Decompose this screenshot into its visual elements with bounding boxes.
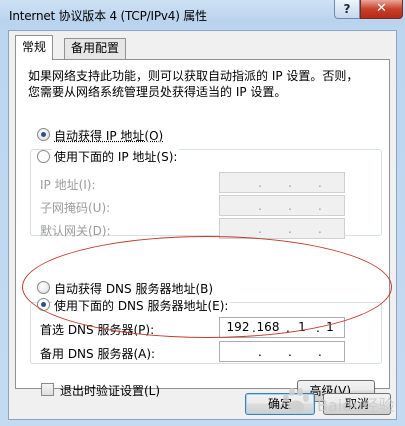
auto-dns-label[interactable]: 自动获得 DNS 服务器地址(B) [54,280,213,297]
preferred-dns-octet-3: 1 [298,320,306,334]
auto-dns-radio[interactable] [37,281,50,294]
auto-ip-radio[interactable] [37,128,50,141]
watermark-text: Baidu经验 [317,396,395,415]
manual-ip-label[interactable]: 使用下面的 IP 地址(S): [52,148,180,165]
dialog-client-area: 常规 备用配置 如果网络支持此功能，则可以获取自动指派的 IP 设置。否则， 您… [8,30,397,420]
subnet-mask-input: ... [219,195,345,216]
general-tab-panel: 如果网络支持此功能，则可以获取自动指派的 IP 设置。否则， 您需要从网络系统管… [15,59,390,402]
preferred-dns-label: 首选 DNS 服务器(P): [40,323,155,337]
description-line-2: 您需要从网络系统管理员处获得适当的 IP 设置。 [28,85,287,99]
help-button[interactable]: ? [334,0,360,19]
preferred-dns-octet-2: 168 [256,320,280,334]
manual-dns-label[interactable]: 使用下面的 DNS 服务器地址(E): [52,297,231,314]
ip-address-input: ... [219,172,345,193]
manual-dns-radio[interactable] [37,298,50,311]
default-gateway-input: ... [219,218,345,239]
preferred-dns-octet-1: 192 [226,320,250,334]
preferred-dns-input[interactable]: 192 . 168 . 1 . 1 [219,317,345,338]
preferred-dns-octet-4: 1 [326,320,334,334]
window-title: Internet 协议版本 4 (TCP/IPv4) 属性 [9,9,207,23]
dialog-window: Internet 协议版本 4 (TCP/IPv4) 属性 ? ✕ 常规 备用配… [0,0,405,426]
validate-on-exit-label[interactable]: 退出时验证设置(L) [60,382,160,399]
tab-general[interactable]: 常规 [15,35,54,60]
default-gateway-label: 默认网关(D): [40,224,111,238]
manual-ip-radio[interactable] [37,150,50,163]
alternate-dns-input[interactable]: . . . [219,341,345,362]
ip-address-label: IP 地址(I): [40,178,96,192]
validate-on-exit-checkbox[interactable] [41,383,54,396]
description-line-1: 如果网络支持此功能，则可以获取自动指派的 IP 设置。否则， [28,69,359,83]
tab-general-label: 常规 [22,40,47,54]
close-button[interactable]: ✕ [360,0,403,19]
tab-alternate-config-label: 备用配置 [71,41,120,55]
auto-ip-label[interactable]: 自动获得 IP 地址(O) [54,127,163,144]
tab-alternate-config[interactable]: 备用配置 [64,38,127,59]
watermark: Baidu经验 [279,382,399,422]
alternate-dns-label: 备用 DNS 服务器(A): [40,347,156,361]
paw-logo-icon [283,388,309,414]
title-bar[interactable]: Internet 协议版本 4 (TCP/IPv4) 属性 ? ✕ [0,0,405,30]
subnet-mask-label: 子网掩码(U): [40,201,111,215]
